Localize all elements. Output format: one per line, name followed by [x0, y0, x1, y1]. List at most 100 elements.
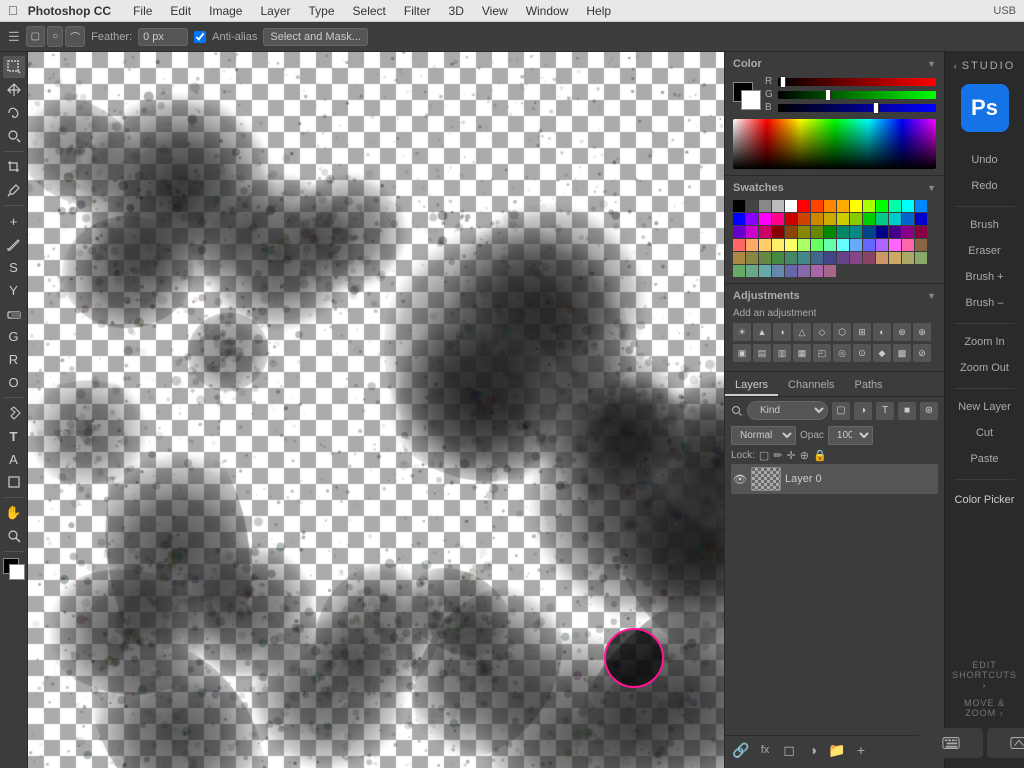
swatch-70[interactable] — [863, 252, 875, 264]
swatch-26[interactable] — [876, 213, 888, 225]
swatch-51[interactable] — [811, 239, 823, 251]
swatch-18[interactable] — [772, 213, 784, 225]
hand-tool[interactable]: ✋ — [3, 502, 25, 524]
layer-name[interactable]: Layer 0 — [785, 473, 822, 485]
layer-visibility-eye[interactable]: 👁 — [733, 473, 747, 486]
lock-image[interactable]: ✏ — [773, 449, 782, 462]
swatch-56[interactable] — [876, 239, 888, 251]
blur-tool[interactable]: R — [3, 348, 25, 370]
studio-brush-button[interactable]: Brush — [950, 213, 1020, 237]
studio-eraser-button[interactable]: Eraser — [950, 239, 1020, 263]
swatch-60[interactable] — [733, 252, 745, 264]
eyedropper-tool[interactable] — [3, 179, 25, 201]
pen-tool[interactable] — [3, 402, 25, 424]
clone-tool[interactable]: S — [3, 256, 25, 278]
swatch-82[interactable] — [824, 265, 836, 277]
adj-brightness[interactable]: ☀ — [733, 323, 751, 341]
shape-tool[interactable] — [3, 471, 25, 493]
studio-redo-button[interactable]: Redo — [950, 174, 1020, 198]
swatch-23[interactable] — [837, 213, 849, 225]
swatch-38[interactable] — [837, 226, 849, 238]
menu-edit[interactable]: Edit — [162, 2, 199, 20]
swatch-0[interactable] — [733, 200, 745, 212]
layers-filter-text[interactable]: T — [876, 402, 894, 420]
feather-input[interactable] — [138, 28, 188, 46]
lock-position[interactable]: ✛ — [787, 449, 796, 462]
tab-layers[interactable]: Layers — [725, 376, 778, 396]
adj-gradmap[interactable]: ▦ — [793, 344, 811, 362]
adj-shadows[interactable]: ◆ — [873, 344, 891, 362]
color-panel-arrow[interactable]: ▼ — [927, 59, 936, 69]
menu-window[interactable]: Window — [518, 2, 577, 20]
swatch-48[interactable] — [772, 239, 784, 251]
swatch-57[interactable] — [889, 239, 901, 251]
quick-keys-button[interactable] — [987, 728, 1024, 758]
studio-brush-plus-button[interactable]: Brush + — [950, 265, 1020, 289]
red-slider[interactable] — [778, 78, 936, 86]
swatch-11[interactable] — [876, 200, 888, 212]
layers-filter-smart[interactable]: ⊛ — [920, 402, 938, 420]
swatch-39[interactable] — [850, 226, 862, 238]
swatch-74[interactable] — [915, 252, 927, 264]
layers-filter-pixel[interactable]: ▢ — [832, 402, 850, 420]
swatch-78[interactable] — [772, 265, 784, 277]
canvas-container[interactable] — [28, 52, 724, 768]
adj-levels[interactable]: ▲ — [753, 323, 771, 341]
menu-select[interactable]: Select — [345, 2, 394, 20]
blue-slider[interactable] — [778, 104, 936, 112]
lasso-tool[interactable] — [3, 102, 25, 124]
swatch-6[interactable] — [811, 200, 823, 212]
canvas-area[interactable] — [28, 52, 724, 768]
swatch-47[interactable] — [759, 239, 771, 251]
swatch-19[interactable] — [785, 213, 797, 225]
swatch-29[interactable] — [915, 213, 927, 225]
swatch-12[interactable] — [889, 200, 901, 212]
apple-logo[interactable]:  — [8, 3, 18, 18]
studio-zoom-in-button[interactable]: Zoom In — [950, 330, 1020, 354]
swatch-22[interactable] — [824, 213, 836, 225]
adj-invert[interactable]: ▣ — [733, 344, 751, 362]
adj-hsl[interactable]: ⬡ — [833, 323, 851, 341]
adj-colorbalance[interactable]: ⊞ — [853, 323, 871, 341]
swatch-76[interactable] — [746, 265, 758, 277]
adjustments-panel-arrow[interactable]: ▼ — [927, 291, 936, 301]
swatch-54[interactable] — [850, 239, 862, 251]
swatch-31[interactable] — [746, 226, 758, 238]
swatch-3[interactable] — [772, 200, 784, 212]
menu-3d[interactable]: 3D — [441, 2, 472, 20]
new-layer-button[interactable]: + — [851, 740, 871, 760]
menu-filter[interactable]: Filter — [396, 2, 439, 20]
studio-brush-minus-button[interactable]: Brush – — [950, 291, 1020, 315]
studio-undo-button[interactable]: Undo — [950, 148, 1020, 172]
swatch-30[interactable] — [733, 226, 745, 238]
studio-new-layer-button[interactable]: New Layer — [950, 395, 1020, 419]
quick-select-tool[interactable] — [3, 125, 25, 147]
crop-tool[interactable] — [3, 156, 25, 178]
menu-file[interactable]: File — [125, 2, 160, 20]
swatch-64[interactable] — [785, 252, 797, 264]
blue-slider-thumb[interactable] — [873, 102, 879, 114]
swatch-33[interactable] — [772, 226, 784, 238]
background-color-swatch[interactable] — [741, 90, 761, 110]
swatch-81[interactable] — [811, 265, 823, 277]
swatch-5[interactable] — [798, 200, 810, 212]
adj-sharpen[interactable]: ◎ — [833, 344, 851, 362]
swatch-13[interactable] — [902, 200, 914, 212]
swatch-53[interactable] — [837, 239, 849, 251]
tab-paths[interactable]: Paths — [845, 376, 893, 396]
adj-curves[interactable]: ◑ — [773, 323, 791, 341]
swatch-52[interactable] — [824, 239, 836, 251]
history-brush-tool[interactable]: Y — [3, 279, 25, 301]
swatch-40[interactable] — [863, 226, 875, 238]
swatch-15[interactable] — [733, 213, 745, 225]
edit-shortcuts-label[interactable]: EDIT SHORTCUTS › — [945, 656, 1024, 694]
adj-distort[interactable]: ⊘ — [913, 344, 931, 362]
color-spectrum[interactable] — [733, 119, 936, 169]
adj-vibrance[interactable]: ◇ — [813, 323, 831, 341]
gradient-tool[interactable]: G — [3, 325, 25, 347]
adj-exposure[interactable]: △ — [793, 323, 811, 341]
swatch-67[interactable] — [824, 252, 836, 264]
add-style-button[interactable]: fx — [755, 740, 775, 760]
swatch-45[interactable] — [733, 239, 745, 251]
studio-chevron-icon[interactable]: ‹ — [954, 61, 959, 71]
